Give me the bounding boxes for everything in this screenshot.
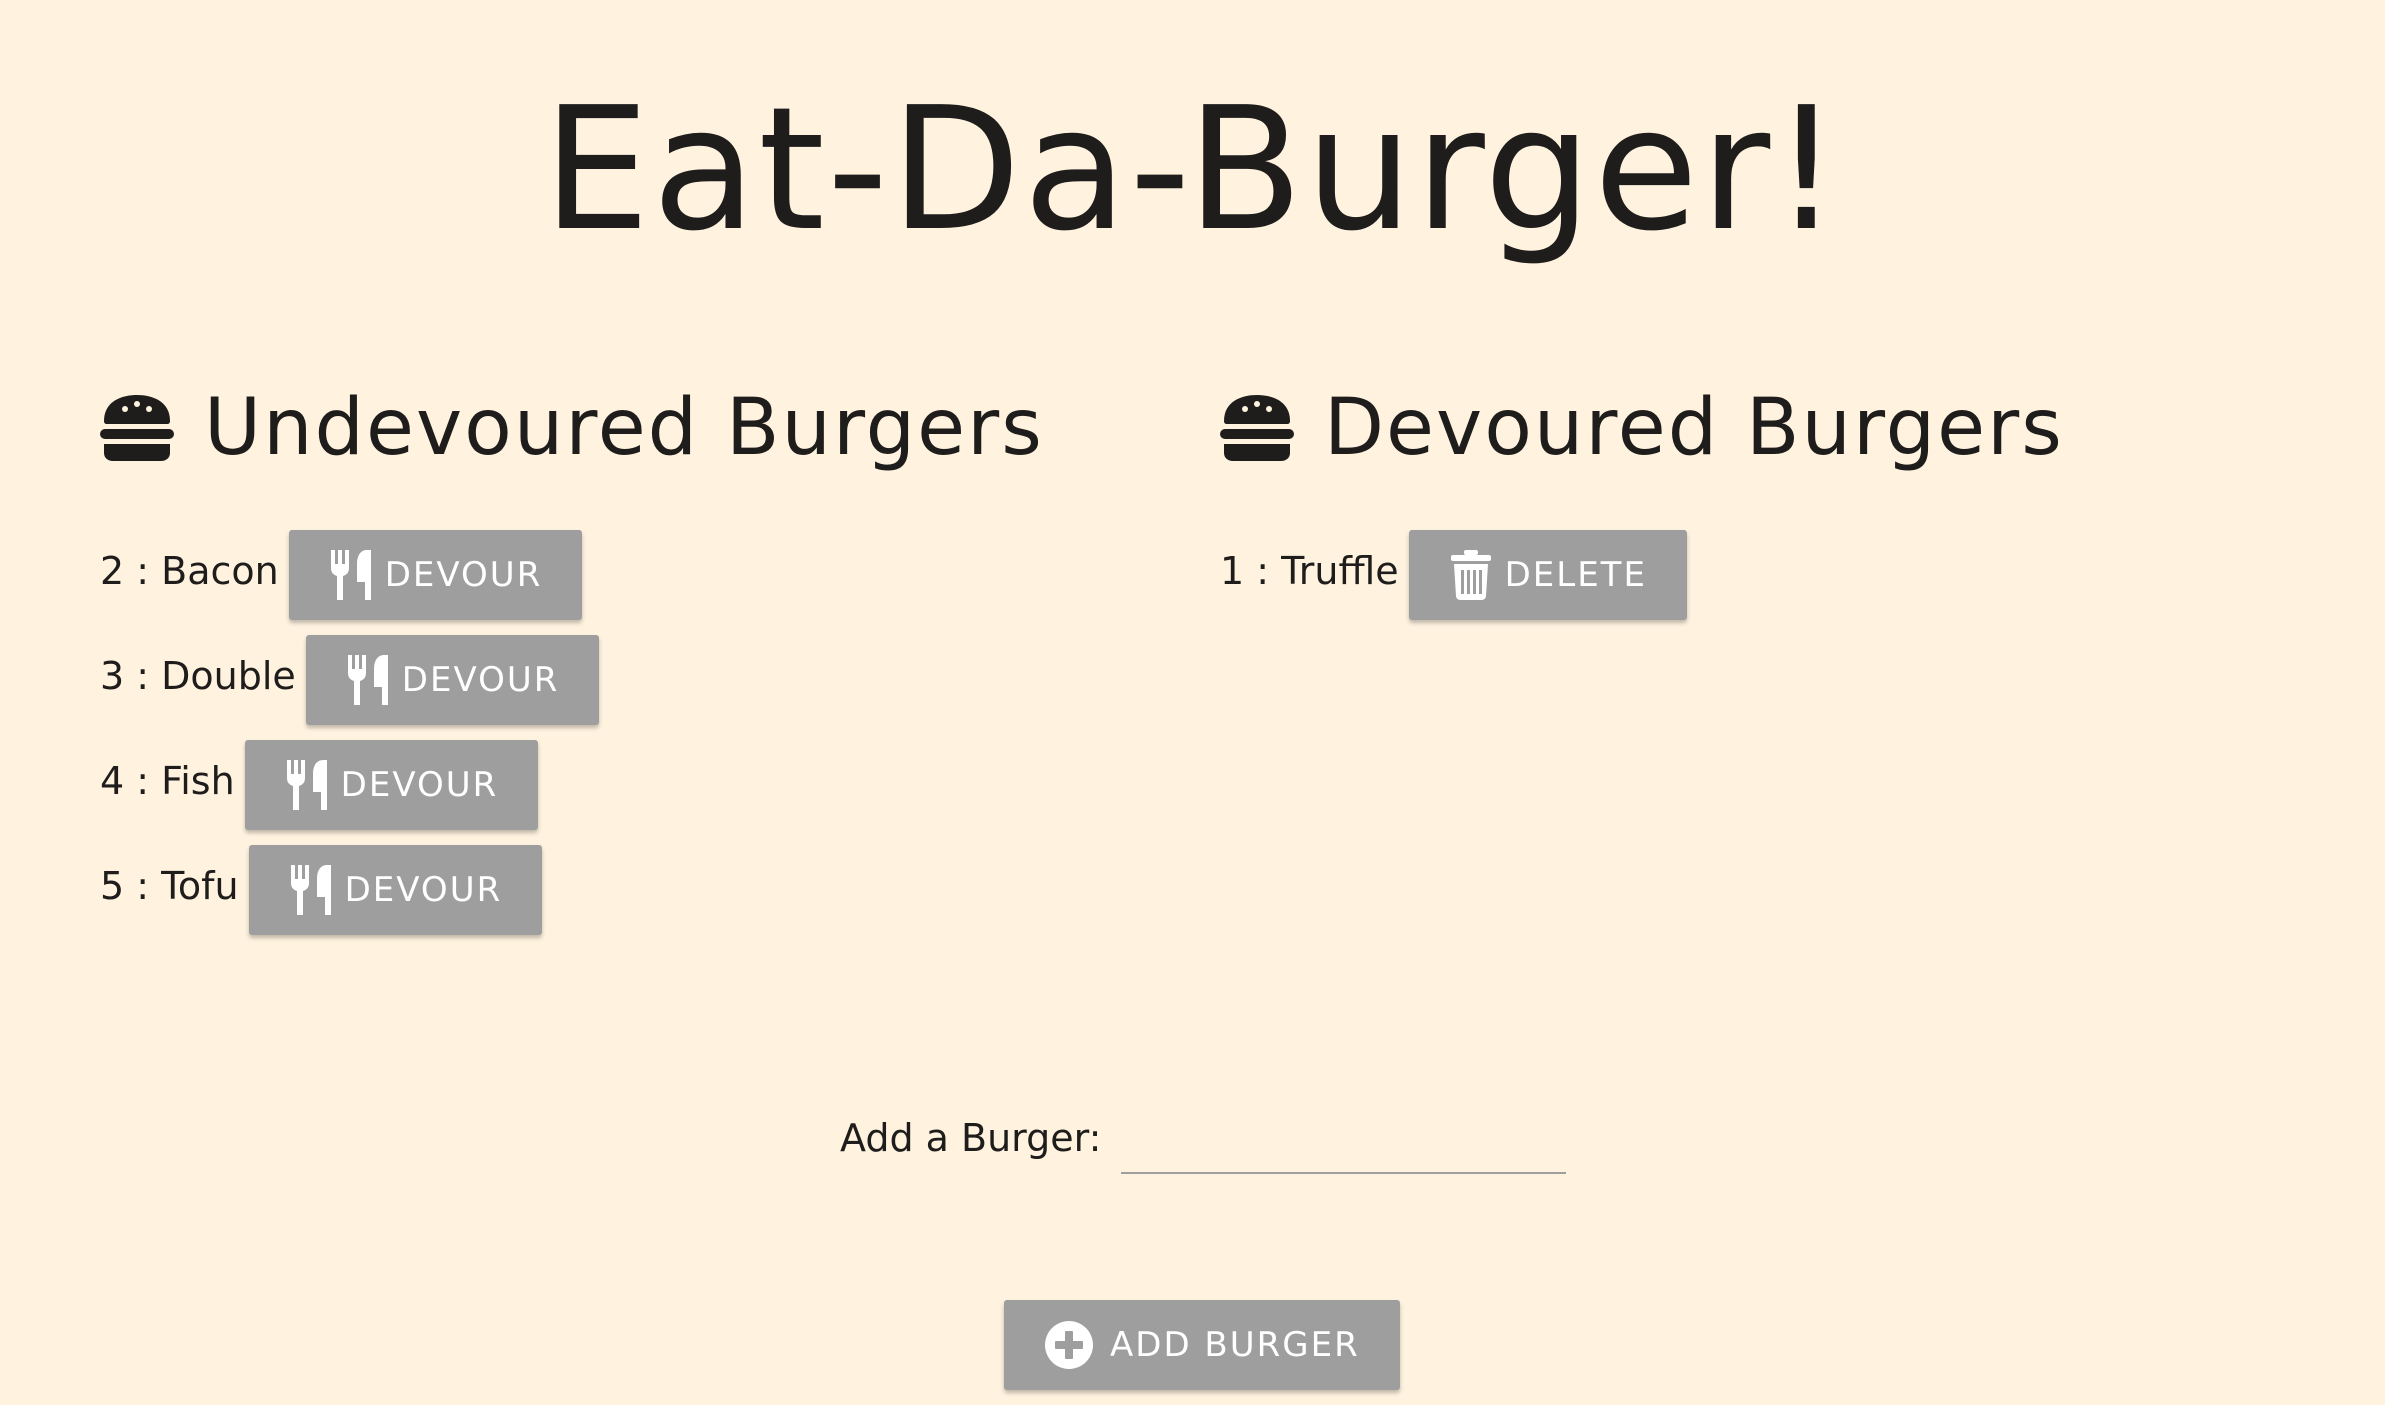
undevoured-heading-text: Undevoured Burgers [204, 382, 1044, 473]
devour-button-label: DEVOUR [384, 555, 543, 595]
devoured-section: Devoured Burgers 1 : Truffle DELETE [1220, 375, 2064, 635]
list-item: 5 : Tofu DEVOUR [100, 845, 1044, 935]
devoured-list: 1 : Truffle DELETE [1220, 530, 2064, 620]
utensils-icon [286, 760, 327, 810]
delete-button[interactable]: DELETE [1408, 530, 1687, 620]
devoured-heading-text: Devoured Burgers [1324, 382, 2064, 473]
utensils-icon [347, 655, 388, 705]
page-title: Eat-Da-Burger! [542, 71, 1843, 269]
devour-button[interactable]: DEVOUR [244, 740, 539, 830]
trash-icon [1450, 550, 1491, 600]
undevoured-list: 2 : Bacon DEVOUR 3 : Double DEVOUR 4 : F… [100, 530, 1044, 935]
add-burger-form: Add a Burger: [840, 1100, 1567, 1174]
list-item: 4 : Fish DEVOUR [100, 740, 1044, 830]
undevoured-section: Undevoured Burgers 2 : Bacon DEVOUR 3 : … [100, 375, 1044, 950]
undevoured-heading: Undevoured Burgers [100, 375, 1044, 480]
add-burger-button[interactable]: ADD BURGER [1004, 1300, 1400, 1390]
list-item: 2 : Bacon DEVOUR [100, 530, 1044, 620]
burger-name: 1 : Truffle [1220, 549, 1399, 593]
plus-circle-icon [1045, 1321, 1093, 1369]
devour-button[interactable]: DEVOUR [248, 845, 543, 935]
add-burger-button-label: ADD BURGER [1110, 1325, 1360, 1365]
hamburger-icon [1220, 394, 1294, 461]
utensils-icon [290, 865, 331, 915]
devoured-heading: Devoured Burgers [1220, 375, 2064, 480]
delete-button-label: DELETE [1504, 555, 1647, 595]
burger-name: 5 : Tofu [100, 864, 239, 908]
burger-name-input[interactable] [1121, 1100, 1567, 1174]
hamburger-icon [100, 394, 174, 461]
devour-button-label: DEVOUR [344, 870, 503, 910]
list-item: 3 : Double DEVOUR [100, 635, 1044, 725]
list-item: 1 : Truffle DELETE [1220, 530, 2064, 620]
devour-button[interactable]: DEVOUR [288, 530, 583, 620]
utensils-icon [330, 550, 371, 600]
burger-name: 4 : Fish [100, 759, 235, 803]
burger-name: 2 : Bacon [100, 549, 279, 593]
burger-name: 3 : Double [100, 654, 296, 698]
devour-button-label: DEVOUR [401, 660, 560, 700]
devour-button[interactable]: DEVOUR [305, 635, 600, 725]
devour-button-label: DEVOUR [340, 765, 499, 805]
add-burger-label: Add a Burger: [840, 1116, 1102, 1160]
